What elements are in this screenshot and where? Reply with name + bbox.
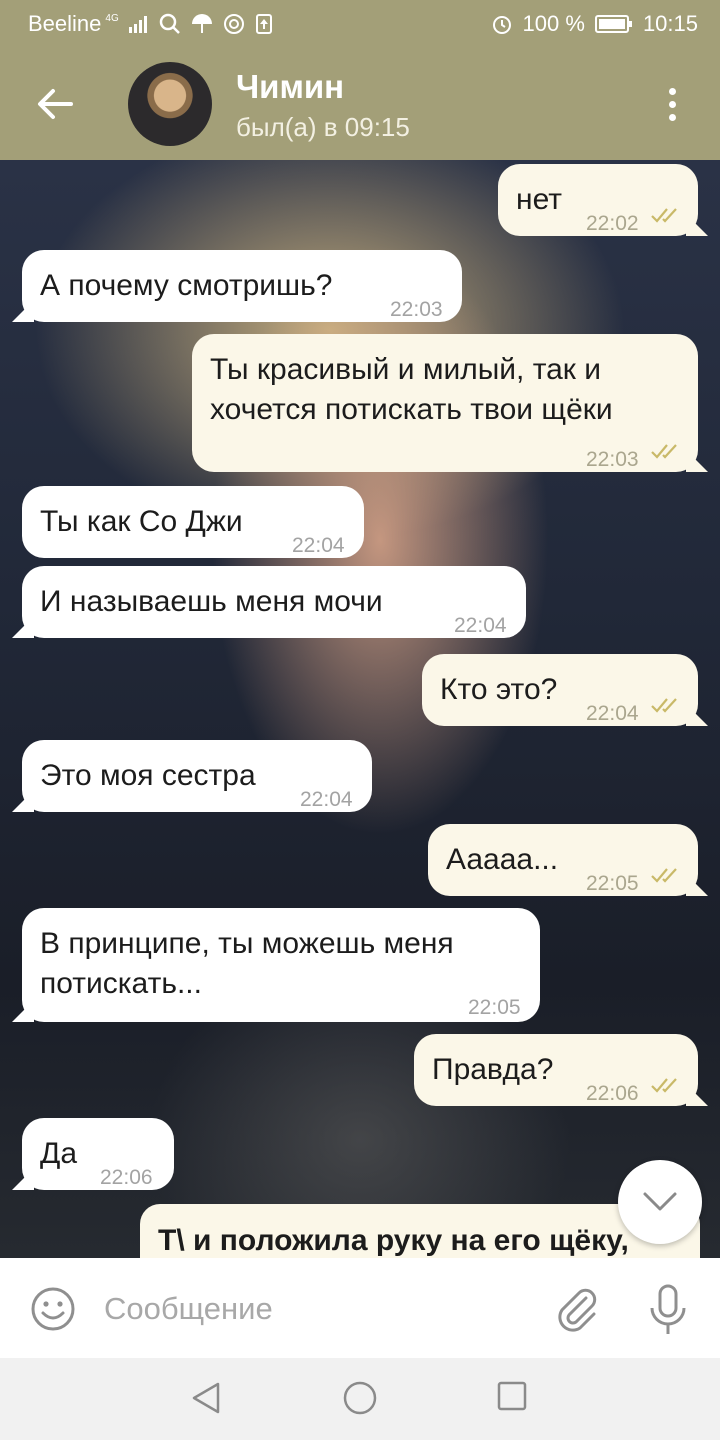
double-check-icon [651, 1078, 677, 1093]
message-time: 22:04 [300, 788, 353, 811]
double-check-icon [651, 444, 677, 459]
message-time: 22:03 [586, 448, 639, 471]
paperclip-icon[interactable] [552, 1284, 600, 1332]
message-incoming[interactable]: И называешь меня мочи 22:04 [22, 566, 526, 638]
message-time: 22:05 [586, 872, 639, 895]
message-text-line: хочется потискать твои щёки [210, 393, 613, 426]
message-text-line: В принципе, ты можешь меня [40, 927, 454, 960]
battery-percent: 100 % [522, 11, 585, 36]
network-type: 4G [105, 12, 119, 24]
message-text: Да [40, 1137, 78, 1170]
message-text-line: Ты красивый и милый, так и [210, 353, 602, 386]
message-composer [0, 1258, 720, 1358]
message-outgoing[interactable]: Ааааа... 22:05 [428, 824, 698, 896]
double-check-icon [651, 698, 677, 713]
back-button[interactable] [30, 82, 80, 126]
chevron-down-icon [643, 1192, 677, 1211]
message-incoming[interactable]: Ты как Со Джи 22:04 [22, 486, 364, 558]
status-bar: Beeline 4G 100 % 10:15 [0, 0, 720, 48]
signal-icon [128, 15, 149, 33]
message-incoming[interactable]: Да 22:06 [22, 1118, 174, 1190]
message-outgoing[interactable]: Кто это? 22:04 [422, 654, 698, 726]
double-check-icon [651, 868, 677, 883]
message-text: Ааааа... [446, 843, 559, 876]
microphone-icon[interactable] [646, 1284, 690, 1336]
arrow-left-icon [38, 89, 73, 119]
umbrella-icon [191, 13, 213, 35]
avatar[interactable] [128, 62, 212, 146]
message-text: А почему смотришь? [40, 269, 333, 302]
message-outgoing[interactable]: Т\ и положила руку на его щёку, [140, 1204, 700, 1258]
message-time: 22:04 [586, 702, 639, 725]
carrier-name: Beeline [28, 11, 102, 36]
chat-header: Чимин был(а) в 09:15 [0, 48, 720, 160]
message-outgoing[interactable]: нет 22:02 [498, 164, 698, 236]
message-incoming[interactable]: В принципе, ты можешь меня потискать... … [22, 908, 540, 1022]
message-time: 22:06 [100, 1166, 153, 1189]
more-menu-button[interactable] [656, 82, 688, 126]
last-seen-status: был(а) в 09:15 [236, 112, 410, 142]
message-text: Кто это? [440, 673, 558, 706]
message-text-line: потискать... [40, 967, 202, 1000]
message-time: 22:06 [586, 1082, 639, 1105]
message-outgoing[interactable]: Правда? 22:06 [414, 1034, 698, 1106]
message-incoming[interactable]: Это моя сестра 22:04 [22, 740, 372, 812]
double-check-icon [651, 208, 677, 223]
dots-icon [668, 87, 676, 95]
message-text: И называешь меня мочи [40, 585, 383, 618]
scroll-to-bottom-button[interactable] [618, 1160, 702, 1244]
message-time: 22:04 [454, 614, 507, 637]
clock: 10:15 [642, 11, 698, 36]
message-time: 22:05 [468, 996, 521, 1019]
at-icon [223, 13, 245, 35]
emoji-icon[interactable] [30, 1286, 76, 1332]
nav-home-icon[interactable] [342, 1380, 378, 1416]
alarm-icon [491, 13, 513, 35]
message-time: 22:03 [390, 298, 443, 321]
message-text: нет [516, 183, 562, 216]
message-input[interactable] [104, 1282, 524, 1336]
message-text: Это моя сестра [40, 759, 256, 792]
message-incoming[interactable]: А почему смотришь? 22:03 [22, 250, 462, 322]
contact-name[interactable]: Чимин [236, 68, 344, 106]
system-nav-bar [0, 1358, 720, 1440]
search-icon [159, 13, 181, 35]
battery-icon [594, 14, 633, 34]
message-text: Правда? [432, 1053, 554, 1086]
nav-back-icon[interactable] [188, 1380, 224, 1416]
upload-icon [255, 13, 273, 35]
message-time: 22:02 [586, 212, 639, 235]
nav-recent-apps-icon[interactable] [496, 1380, 528, 1412]
message-text: Т\ и положила руку на его щёку, [158, 1224, 629, 1257]
message-text: Ты как Со Джи [40, 505, 243, 538]
chat-area[interactable]: нет 22:02 А почему смотришь? 22:03 Ты кр… [0, 160, 720, 1258]
message-outgoing[interactable]: Ты красивый и милый, так и хочется потис… [192, 334, 698, 472]
message-time: 22:04 [292, 534, 345, 557]
